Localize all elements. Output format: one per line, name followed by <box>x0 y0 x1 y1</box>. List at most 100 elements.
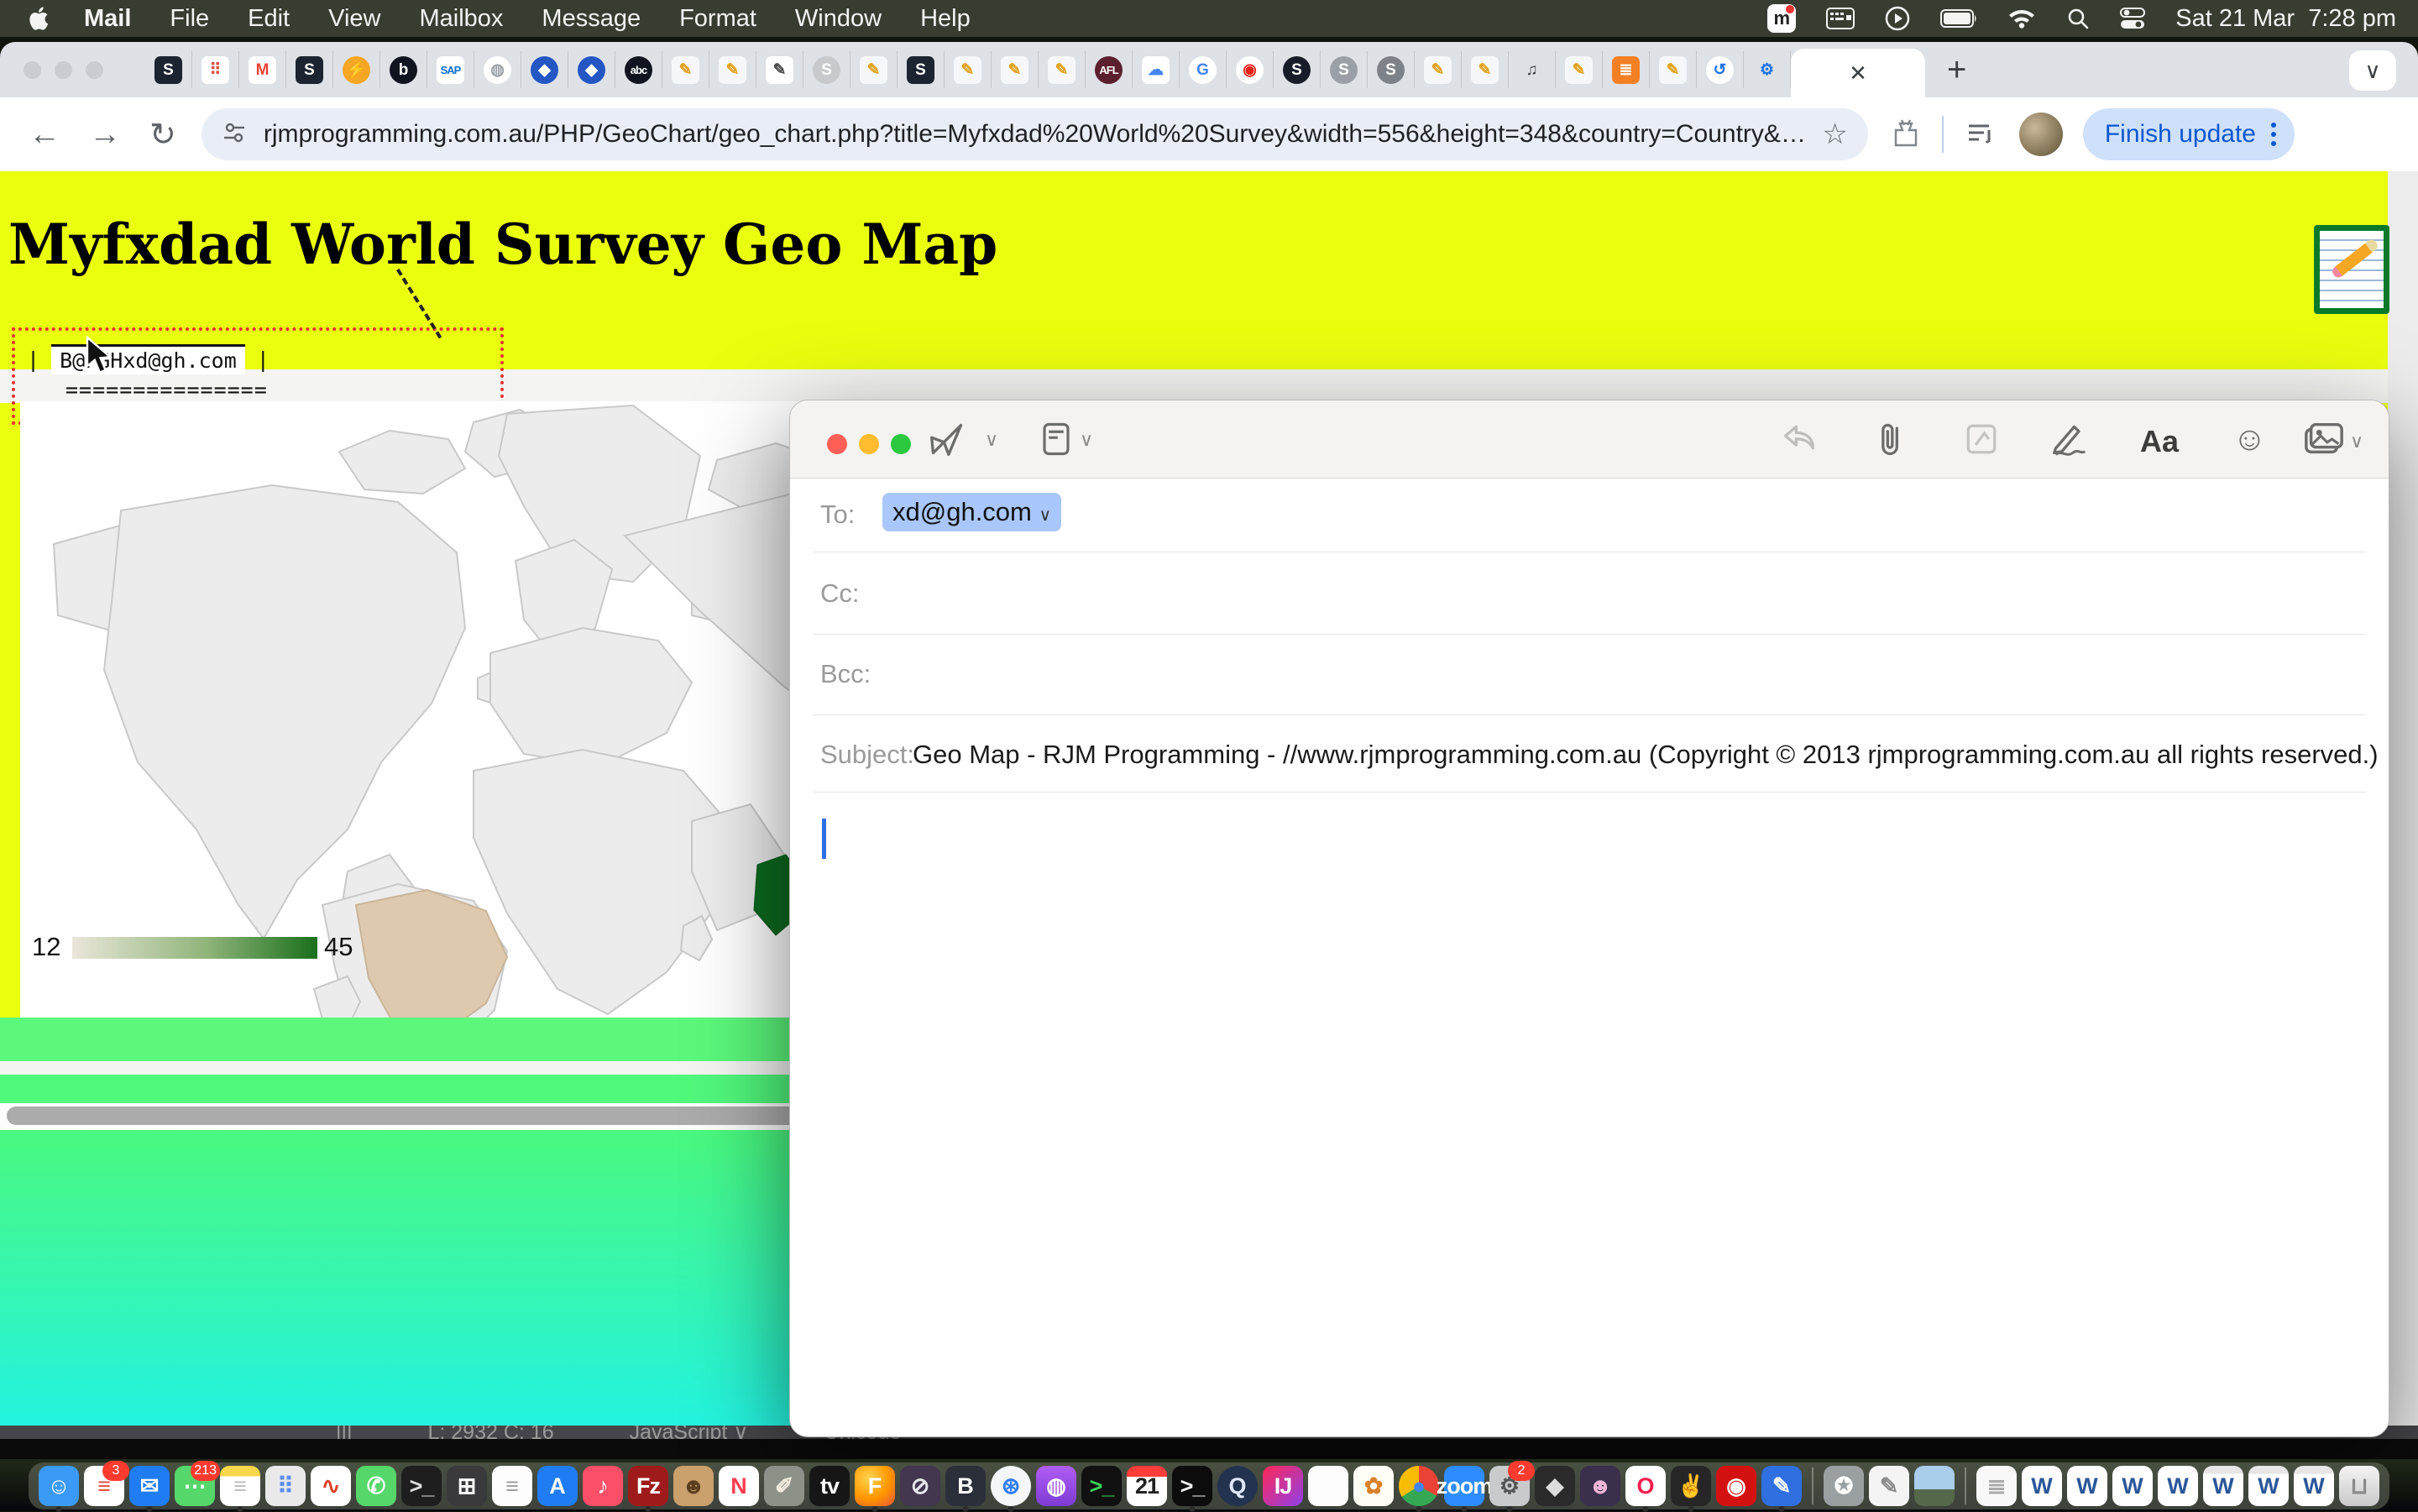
recipient-chevron-icon[interactable]: ∨ <box>1039 506 1052 525</box>
pinned-tab-s-dark[interactable]: S <box>1274 51 1321 88</box>
pinned-tab-history[interactable]: ↺ <box>1697 51 1744 88</box>
dock-item-gimp[interactable]: ✐ <box>764 1466 804 1506</box>
pinned-tab-rjm-pencil[interactable]: ✎ <box>1650 51 1697 88</box>
dock-item-figure-app[interactable]: ✌ <box>1671 1466 1711 1506</box>
pinned-tab-rjm-pencil[interactable]: ✎ <box>850 51 898 88</box>
compose-zoom-button[interactable] <box>891 434 911 454</box>
pinned-tab-rjm-pencil[interactable]: ✎ <box>1462 51 1509 88</box>
pinned-tab-britbox[interactable]: b <box>380 51 427 88</box>
dock-item-apple-tv[interactable]: tv <box>809 1466 850 1506</box>
reload-button[interactable]: ↻ <box>149 116 176 154</box>
pinned-tab-scala[interactable]: S <box>286 51 333 88</box>
photo-chevron-icon[interactable]: ∨ <box>2350 431 2363 453</box>
dock-item-opera[interactable]: O <box>1625 1466 1666 1506</box>
window-minimize-button[interactable] <box>55 61 72 79</box>
menu-item-help[interactable]: Help <box>920 5 971 33</box>
pinned-tab-stack[interactable]: ≣ <box>1603 51 1650 88</box>
dock-item-reminders[interactable]: ≡ 3 <box>84 1466 124 1506</box>
pinned-tab-s-grey[interactable]: S <box>1368 51 1415 88</box>
pinned-tab-rjm-pencil[interactable]: ✎ <box>709 51 756 88</box>
dock-item-filezilla[interactable]: Fz <box>628 1466 668 1506</box>
dock-item-news[interactable]: N <box>719 1466 759 1506</box>
pinned-tab-s-grey[interactable]: S <box>1321 51 1368 88</box>
tooltip-email[interactable]: B@FGHxd@gh.com <box>51 344 245 374</box>
menu-item-view[interactable]: View <box>328 5 380 33</box>
attach-button[interactable] <box>1875 421 1907 458</box>
fields-chevron-icon[interactable]: ∨ <box>1080 429 1093 451</box>
send-button[interactable] <box>929 421 966 458</box>
pinned-tab-rjm-pencil[interactable]: ✎ <box>945 51 992 88</box>
to-recipient-token[interactable]: xd@gh.com ∨ <box>882 493 1061 531</box>
dock-item-finder[interactable]: ☺ <box>39 1466 79 1506</box>
pinned-tab-target-red[interactable]: ◉ <box>1227 51 1274 88</box>
pinned-tab-bolt[interactable]: ⚡ <box>333 51 380 88</box>
dock-item-quicktime[interactable]: Q <box>1217 1466 1258 1506</box>
emoji-button[interactable]: ☺ <box>2232 421 2267 458</box>
menu-item-format[interactable]: Format <box>679 5 756 33</box>
dock-item-textedit[interactable]: ≡ <box>492 1466 532 1506</box>
menu-item-edit[interactable]: Edit <box>248 5 290 33</box>
dock-item-notes[interactable]: ≡ <box>220 1466 260 1506</box>
dock-item-photos-thumb[interactable] <box>1914 1466 1955 1506</box>
memo-notes-icon[interactable] <box>2314 225 2389 314</box>
dock-item-word-doc[interactable]: W <box>2158 1466 2198 1506</box>
menu-item-mail[interactable]: Mail <box>84 5 131 33</box>
format-button[interactable]: Aa <box>2140 424 2179 459</box>
dock-item-contacts[interactable]: ☻ <box>673 1466 714 1506</box>
forward-button[interactable]: → <box>89 117 121 153</box>
dock-item-music[interactable]: ♪ <box>583 1466 623 1506</box>
pinned-tab-settings-tab[interactable]: ⚙ <box>1744 51 1791 88</box>
pinned-tab-gmail[interactable]: M <box>239 51 286 88</box>
pinned-tab-diamond[interactable]: ◆ <box>568 51 615 88</box>
pinned-tab-audio-tab[interactable]: ♫ <box>1509 51 1556 88</box>
window-zoom-button[interactable] <box>86 61 103 79</box>
apple-logo-icon[interactable] <box>29 7 49 30</box>
send-chevron-icon[interactable]: ∨ <box>985 429 998 451</box>
finish-update-button[interactable]: Finish update <box>2083 108 2295 160</box>
tab-search-chevron-icon[interactable]: ∨ <box>2349 50 2396 91</box>
dock-item-terminal-green[interactable]: >_ <box>1081 1466 1122 1506</box>
dock-item-mail[interactable]: ✉ <box>129 1466 170 1506</box>
signature-button[interactable] <box>2049 421 2090 458</box>
pinned-tab-rjm-pencil[interactable]: ✎ <box>1556 51 1603 88</box>
dock-item-calendar[interactable]: 21 <box>1127 1466 1167 1506</box>
dock-item-trash[interactable]: ⊔ <box>2339 1466 2379 1506</box>
menu-item-window[interactable]: Window <box>795 5 882 33</box>
header-fields-button[interactable] <box>1039 421 1074 458</box>
tab-close-icon[interactable]: ✕ <box>1849 60 1867 86</box>
dock-item-terminal-dark[interactable]: >_ <box>1172 1466 1212 1506</box>
pinned-tab-rjm-pencil[interactable]: ✎ <box>662 51 709 88</box>
dock-item-word-doc[interactable]: W <box>2022 1466 2062 1506</box>
site-settings-icon[interactable] <box>222 120 247 149</box>
profile-avatar[interactable] <box>2019 112 2063 156</box>
subject-value[interactable]: Geo Map - RJM Programming - //www.rjmpro… <box>913 740 2379 770</box>
pinned-tab-rjm-pencil[interactable]: ✎ <box>1039 51 1086 88</box>
pinned-tab-rjm-pencil[interactable]: ✎ <box>992 51 1039 88</box>
menu-item-mailbox[interactable]: Mailbox <box>419 5 503 33</box>
dock-item-inkscape[interactable]: ◆ <box>1535 1466 1575 1506</box>
dock-item-terminal[interactable]: >_ <box>401 1466 442 1506</box>
pinned-tab-dots-app[interactable]: ⠿ <box>192 51 239 88</box>
pinned-tab-s-grey[interactable]: S <box>803 51 850 88</box>
dock-item-word-doc[interactable]: W <box>2067 1466 2107 1506</box>
dock-item-intellij[interactable]: IJ <box>1263 1466 1303 1506</box>
dock-item-cat-app[interactable]: ☻ <box>1580 1466 1620 1506</box>
compose-minimize-button[interactable] <box>859 434 879 454</box>
menu-item-file[interactable]: File <box>170 5 209 33</box>
dock-item-system-settings[interactable]: ⚙ 2 <box>1489 1466 1530 1506</box>
dock-item-wave-app[interactable]: ∿ <box>311 1466 351 1506</box>
dock-item-red-app[interactable]: ◉ <box>1716 1466 1756 1506</box>
dock-item-firefox[interactable]: F <box>855 1466 895 1506</box>
url-text[interactable]: rjmprogramming.com.au/PHP/GeoChart/geo_c… <box>264 120 1809 149</box>
dock-item-libreoffice[interactable] <box>1308 1466 1348 1506</box>
dock-item-chrome[interactable]: ● <box>1399 1466 1439 1506</box>
dock-item-messages[interactable]: ⋯ 213 <box>175 1466 215 1506</box>
compose-titlebar[interactable]: ∨ ∨ Aa ☺ ∨ <box>790 400 2389 479</box>
status-language[interactable]: JavaScript ∨ <box>630 1426 749 1439</box>
dock-item-bbedit[interactable]: B <box>945 1466 986 1506</box>
dock-item-calculator[interactable]: ⊞ <box>447 1466 487 1506</box>
dock-item-word-window[interactable]: W <box>2248 1466 2289 1506</box>
photo-browser-button[interactable] <box>2303 421 2345 458</box>
pinned-tab-pencil-plain[interactable]: ✎ <box>756 51 803 88</box>
dock-item-word-window[interactable]: W <box>2203 1466 2243 1506</box>
